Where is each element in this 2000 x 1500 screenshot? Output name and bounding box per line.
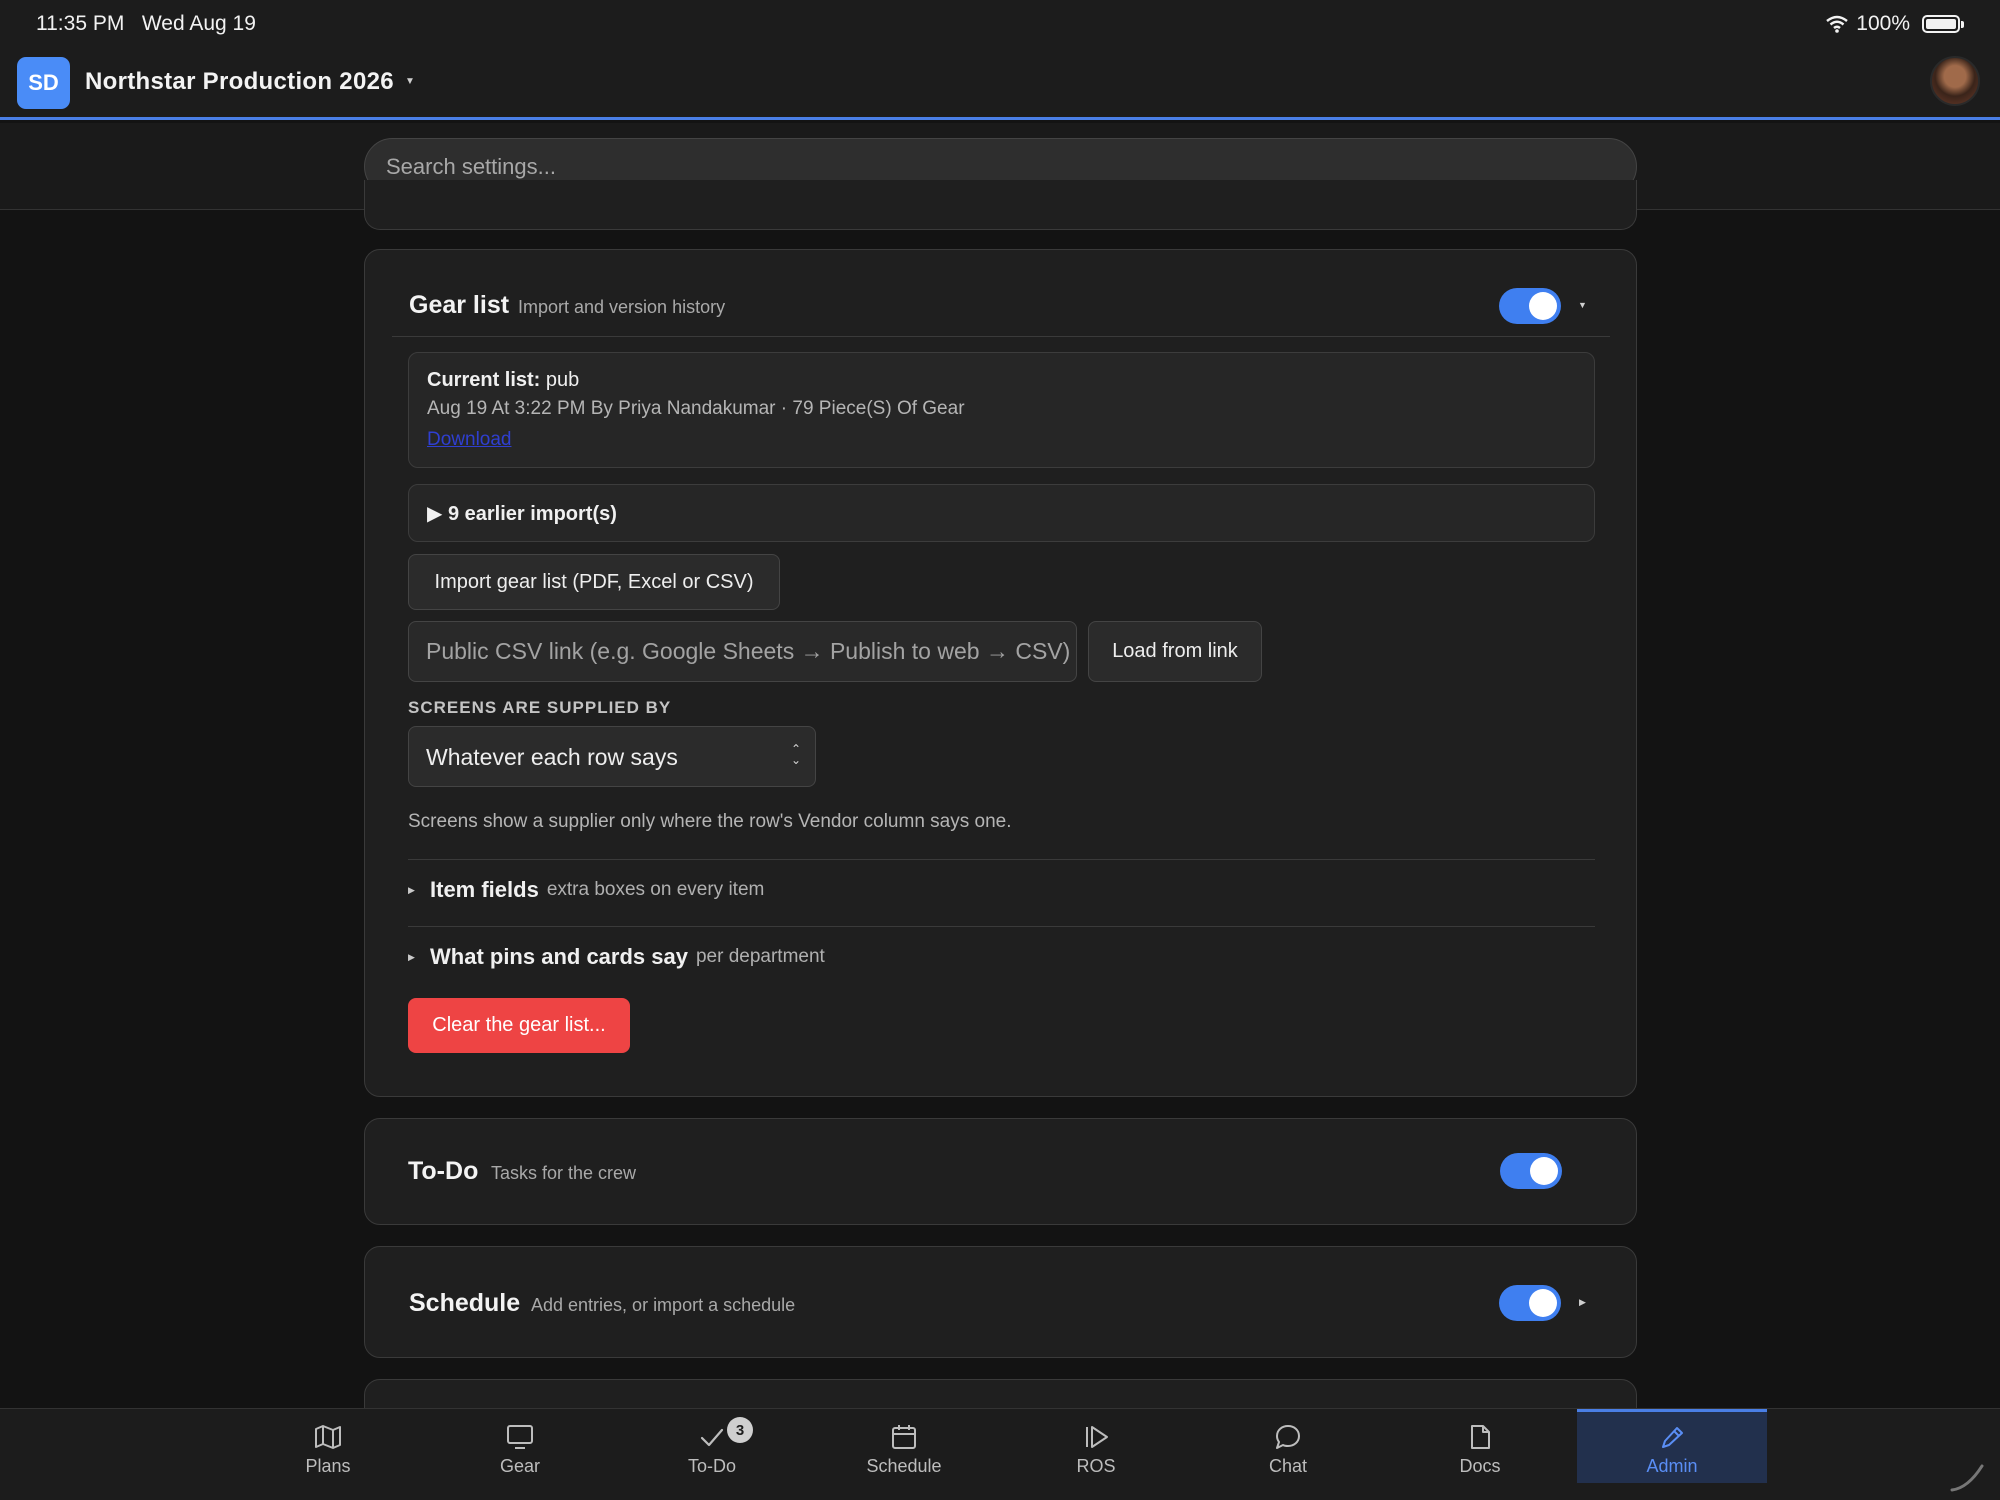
previous-card-edge: [364, 180, 1637, 230]
pins-cards-subtitle: per department: [695, 946, 825, 967]
app-header: SD Northstar Production 2026 ▼: [0, 46, 2000, 120]
current-list-label: Current list: pub: [427, 369, 579, 392]
item-fields-title: Item fields: [430, 877, 539, 902]
divider: [392, 336, 1610, 337]
pins-cards-title: What pins and cards say: [430, 944, 688, 969]
schedule-title[interactable]: Schedule: [409, 1289, 520, 1318]
status-date: Wed Aug 19: [141, 12, 256, 35]
toggle-knob: [1529, 292, 1557, 320]
import-gear-list-button[interactable]: Import gear list (PDF, Excel or CSV): [408, 554, 780, 610]
status-time: 11:35 PM: [36, 12, 125, 35]
tab-admin[interactable]: Admin: [1577, 1409, 1767, 1483]
gear-list-title[interactable]: Gear list: [409, 291, 509, 320]
todo-toggle[interactable]: [1500, 1153, 1562, 1189]
schedule-toggle[interactable]: [1499, 1285, 1561, 1321]
tab-label: Schedule: [866, 1456, 942, 1476]
wifi-icon: [1826, 15, 1849, 33]
screens-supplier-value: Whatever each row says: [426, 744, 678, 770]
current-list-box: Current list: pub Aug 19 At 3:22 PM By P…: [408, 352, 1595, 468]
calendar-icon: [892, 1425, 916, 1449]
resize-handle-icon[interactable]: [1948, 1462, 1988, 1492]
gear-list-card: Gear list Import and version history ▼ C…: [364, 249, 1637, 1097]
tab-label: ROS: [1076, 1456, 1116, 1476]
todo-card: To-Do Tasks for the crew: [364, 1118, 1637, 1225]
todo-subtitle: Tasks for the crew: [491, 1163, 637, 1183]
tab-gear[interactable]: Gear: [425, 1409, 615, 1483]
todo-count-badge: 3: [727, 1417, 753, 1443]
current-list-value: pub: [545, 369, 580, 391]
tab-label: Admin: [1646, 1456, 1698, 1476]
csv-link-input[interactable]: [408, 621, 1077, 682]
gear-list-subtitle: Import and version history: [518, 297, 726, 317]
download-link[interactable]: Download: [427, 429, 512, 451]
status-indicators: 100%: [1826, 12, 1964, 36]
chevron-right-icon: ▶: [408, 951, 415, 962]
toggle-knob: [1530, 1157, 1558, 1185]
divider: [408, 926, 1595, 927]
battery-percent: 100%: [1856, 12, 1910, 35]
chevron-right-icon: ▶: [408, 884, 415, 895]
tab-todo[interactable]: To-Do 3: [617, 1409, 807, 1483]
schedule-subtitle: Add entries, or import a schedule: [531, 1295, 796, 1315]
chevron-right-icon[interactable]: ▶: [1579, 1297, 1586, 1308]
pencil-icon: [1662, 1427, 1683, 1448]
todo-title[interactable]: To-Do: [408, 1157, 478, 1186]
tab-label: Plans: [305, 1456, 351, 1476]
current-list-key: Current list:: [427, 369, 541, 391]
clear-gear-list-button[interactable]: Clear the gear list...: [408, 998, 630, 1053]
screens-help-text: Screens show a supplier only where the r…: [408, 811, 1012, 832]
load-from-link-button[interactable]: Load from link: [1088, 621, 1262, 682]
check-icon: [700, 1428, 724, 1447]
tab-label: Gear: [499, 1456, 541, 1476]
map-icon: [315, 1425, 341, 1449]
tab-chat[interactable]: Chat: [1193, 1409, 1383, 1483]
tab-plans[interactable]: Plans: [233, 1409, 423, 1483]
tab-ros[interactable]: ROS: [1001, 1409, 1191, 1483]
schedule-card: Schedule Add entries, or import a schedu…: [364, 1246, 1637, 1358]
toggle-knob: [1529, 1289, 1557, 1317]
chevron-down-icon[interactable]: ▼: [405, 76, 415, 87]
status-time-date: 11:35 PM Wed Aug 19: [36, 12, 256, 36]
divider: [408, 859, 1595, 860]
battery-icon: [1922, 15, 1964, 33]
chevron-down-icon[interactable]: ▼: [1578, 300, 1587, 310]
current-list-meta: Aug 19 At 3:22 PM By Priya Nandakumar · …: [427, 398, 965, 419]
tab-label: Chat: [1268, 1456, 1308, 1476]
screens-supplier-select[interactable]: Whatever each row says ⌃ ⌄: [408, 726, 816, 787]
earlier-imports-toggle[interactable]: ▶ 9 earlier import(s): [408, 484, 1595, 542]
project-logo[interactable]: SD: [17, 57, 70, 109]
play-icon: [1086, 1426, 1108, 1448]
document-icon: [1471, 1425, 1490, 1449]
chat-bubble-icon: [1276, 1425, 1300, 1449]
item-fields-subtitle: extra boxes on every item: [546, 879, 765, 900]
screens-supplied-label: SCREENS ARE SUPPLIED BY: [408, 698, 672, 717]
tab-docs[interactable]: Docs: [1385, 1409, 1575, 1483]
gear-list-toggle[interactable]: [1499, 288, 1561, 324]
tab-label: To-Do: [687, 1456, 736, 1476]
project-title[interactable]: Northstar Production 2026: [85, 68, 394, 96]
select-arrows-icon: ⌃ ⌄: [790, 742, 801, 767]
tab-schedule[interactable]: Schedule: [809, 1409, 999, 1483]
bottom-tab-bar: Plans Gear To-Do 3 Schedule ROS Chat Doc…: [0, 1408, 2000, 1500]
avatar[interactable]: [1930, 56, 1980, 106]
pins-cards-row[interactable]: ▶ What pins and cards say per department: [408, 944, 825, 970]
item-fields-row[interactable]: ▶ Item fields extra boxes on every item: [408, 877, 764, 903]
tab-label: Docs: [1459, 1456, 1501, 1476]
status-bar: 11:35 PM Wed Aug 19 100%: [0, 0, 2000, 46]
monitor-icon: [507, 1425, 533, 1449]
